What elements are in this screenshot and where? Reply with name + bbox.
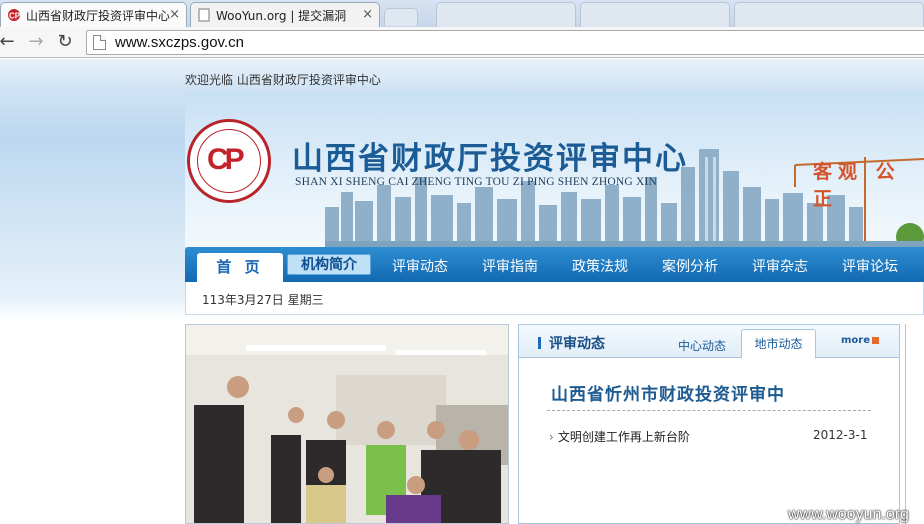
nav-item-review-guide[interactable]: 评审指南 bbox=[482, 256, 538, 276]
nav-item-forum[interactable]: 评审论坛 bbox=[842, 256, 898, 276]
web-page: 欢迎光临 山西省财政厅投资评审中心 CP 山西省财政厅投资评审中心 SHAN X… bbox=[0, 59, 924, 524]
welcome-text: 欢迎光临 山西省财政厅投资评审中心 bbox=[185, 73, 381, 87]
browser-tab-blurred[interactable] bbox=[580, 2, 730, 27]
more-link[interactable]: more bbox=[841, 335, 880, 346]
nav-item-cases[interactable]: 案例分析 bbox=[662, 256, 718, 276]
new-tab-button[interactable] bbox=[384, 8, 418, 26]
review-news-panel: 评审动态 中心动态 地市动态 more 山西省忻州市财政投资评审中 文明创建工作… bbox=[518, 324, 900, 524]
news-photo[interactable] bbox=[185, 324, 509, 524]
back-arrow-icon[interactable]: ← bbox=[0, 31, 18, 53]
nav-home[interactable]: 首 页 bbox=[197, 253, 283, 282]
watermark-text: www.wooyun.org bbox=[788, 506, 909, 523]
news-headline[interactable]: 山西省忻州市财政投资评审中 bbox=[551, 380, 785, 405]
site-banner: CP 山西省财政厅投资评审中心 SHAN XI SHENG CAI ZHENG … bbox=[185, 93, 924, 247]
page-icon bbox=[93, 35, 106, 50]
nav-item-magazine[interactable]: 评审杂志 bbox=[752, 256, 808, 276]
browser-toolbar: ← → ↻ www.sxczps.gov.cn bbox=[0, 27, 924, 58]
news-item-title[interactable]: 文明创建工作再上新台阶 bbox=[549, 428, 690, 445]
site-title-pinyin: SHAN XI SHENG CAI ZHENG TING TOU ZI PING… bbox=[295, 176, 658, 188]
news-item-date: 2012-3-1 bbox=[813, 428, 868, 442]
side-panel-edge bbox=[905, 324, 924, 524]
current-date: 113年3月27日 星期三 bbox=[202, 293, 324, 307]
nav-item-policy[interactable]: 政策法规 bbox=[572, 256, 628, 276]
tab-center-news[interactable]: 中心动态 bbox=[678, 337, 726, 354]
url-text: www.sxczps.gov.cn bbox=[115, 34, 244, 51]
browser-tab-strip: CP 山西省财政厅投资评审中心 × WooYun.org | 提交漏洞 × bbox=[0, 0, 924, 27]
page-icon bbox=[198, 8, 210, 22]
tab-title: 山西省财政厅投资评审中心 bbox=[26, 8, 171, 23]
site-slogan: 客观 公正 bbox=[813, 161, 901, 210]
reload-icon[interactable]: ↻ bbox=[54, 31, 76, 53]
tab-title: WooYun.org | 提交漏洞 bbox=[216, 8, 347, 23]
browser-tab-blurred[interactable] bbox=[436, 2, 576, 27]
address-bar[interactable]: www.sxczps.gov.cn bbox=[86, 30, 924, 55]
meeting-photo-image bbox=[186, 325, 508, 523]
browser-tab[interactable]: WooYun.org | 提交漏洞 × bbox=[190, 2, 380, 27]
tab-city-news[interactable]: 地市动态 bbox=[741, 329, 816, 359]
close-icon[interactable]: × bbox=[169, 7, 180, 22]
panel-title: 评审动态 bbox=[549, 336, 605, 352]
site-logo: CP bbox=[187, 119, 271, 203]
more-arrow-icon bbox=[872, 336, 880, 344]
browser-tab-blurred[interactable] bbox=[734, 2, 924, 27]
close-icon[interactable]: × bbox=[362, 7, 373, 22]
site-favicon: CP bbox=[8, 9, 21, 21]
svg-text:CP: CP bbox=[9, 12, 21, 21]
browser-tab-active[interactable]: CP 山西省财政厅投资评审中心 × bbox=[0, 2, 187, 27]
site-title: 山西省财政厅投资评审中心 bbox=[292, 141, 688, 177]
nav-item-org-intro[interactable]: 机构简介 bbox=[287, 254, 371, 275]
main-nav: 首 页 机构简介 评审动态 评审指南 政策法规 案例分析 评审杂志 评审论坛 bbox=[185, 247, 924, 282]
panel-header: 评审动态 中心动态 地市动态 more bbox=[519, 325, 899, 359]
nav-item-review-news[interactable]: 评审动态 bbox=[392, 256, 448, 276]
date-bar: 113年3月27日 星期三 bbox=[185, 282, 924, 315]
forward-arrow-icon[interactable]: → bbox=[25, 31, 47, 53]
